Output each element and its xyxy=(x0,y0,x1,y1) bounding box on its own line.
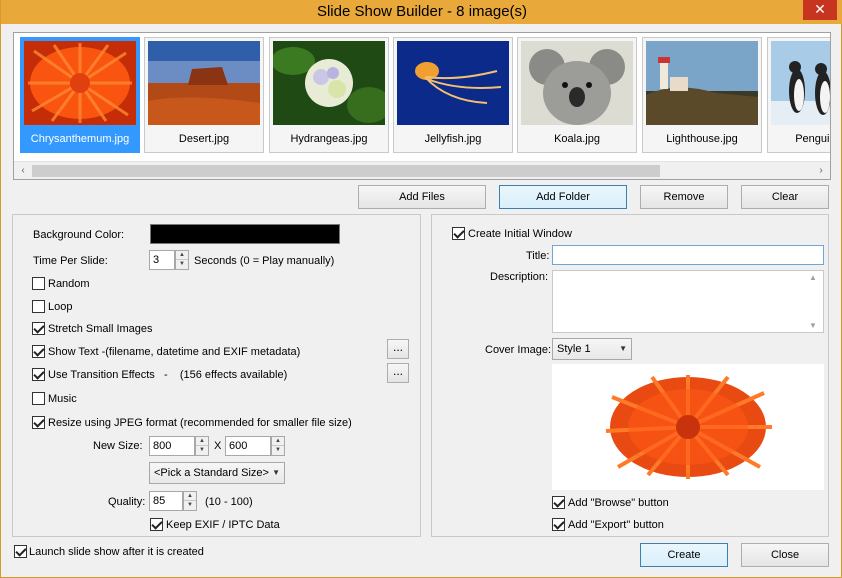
description-scrollbar[interactable]: ▲ ▼ xyxy=(807,271,823,332)
launch-after-create-label: Launch slide show after it is created xyxy=(29,546,204,558)
quality-spinner[interactable]: ▲ ▼ xyxy=(183,491,197,511)
cover-style-value: Style 1 xyxy=(557,343,591,355)
loop-checkbox[interactable] xyxy=(32,300,45,313)
time-per-slide-spinner[interactable]: ▲ ▼ xyxy=(175,250,189,270)
description-label: Description: xyxy=(490,271,549,283)
lighthouse-image xyxy=(646,41,758,125)
title-input[interactable] xyxy=(552,245,824,265)
chevron-down-icon: ▼ xyxy=(619,344,627,353)
time-per-slide-note: Seconds (0 = Play manually) xyxy=(194,255,335,267)
cover-flower-image xyxy=(605,375,772,479)
thumbnail-caption: Jellyfish.jpg xyxy=(424,133,482,145)
cover-image-label: Cover Image: xyxy=(485,344,552,356)
description-textarea[interactable]: ▲ ▼ xyxy=(552,270,824,333)
thumbnail-caption: Hydrangeas.jpg xyxy=(290,133,368,145)
scroll-right-icon[interactable]: › xyxy=(814,164,828,178)
random-label: Random xyxy=(48,278,90,290)
title-bar[interactable]: Slide Show Builder - 8 image(s) ✕ xyxy=(1,0,842,24)
thumbnail-lighthouse[interactable]: Lighthouse.jpg xyxy=(642,37,762,153)
quality-label: Quality: xyxy=(108,496,146,508)
show-text-label: Show Text -(filename, datetime and EXIF … xyxy=(48,346,301,358)
thumbnail-desert[interactable]: Desert.jpg xyxy=(144,37,264,153)
remove-button[interactable]: Remove xyxy=(640,185,728,209)
transition-options-button[interactable]: ... xyxy=(387,363,409,383)
create-initial-window-checkbox[interactable] xyxy=(452,227,465,240)
thumbnail-jellyfish[interactable]: Jellyfish.jpg xyxy=(393,37,513,153)
thumbnail-caption: Penguins.jpg xyxy=(795,133,830,145)
thumbnail-chrysanthemum[interactable]: Chrysanthemum.jpg xyxy=(20,37,140,153)
height-input[interactable]: 600 xyxy=(225,436,271,456)
scroll-up-icon[interactable]: ▲ xyxy=(809,273,817,282)
chevron-down-icon: ▼ xyxy=(272,468,280,477)
scroll-left-icon[interactable]: ‹ xyxy=(16,164,30,178)
desert-image xyxy=(148,41,260,125)
create-initial-window-label: Create Initial Window xyxy=(468,228,572,240)
transition-effects-label: Use Transition Effects - (156 effects av… xyxy=(48,369,288,381)
height-spinner[interactable]: ▲ ▼ xyxy=(271,436,285,456)
slideshow-options-group: Background Color: Time Per Slide: 3 ▲ ▼ S… xyxy=(12,214,421,537)
background-color-label: Background Color: xyxy=(33,229,125,241)
keep-exif-label: Keep EXIF / IPTC Data xyxy=(166,519,280,531)
hydrangeas-image xyxy=(273,41,385,125)
quality-range-label: (10 - 100) xyxy=(205,496,253,508)
stretch-small-images-checkbox[interactable] xyxy=(32,322,45,335)
add-folder-button[interactable]: Add Folder xyxy=(499,185,627,209)
thumbnail-caption: Lighthouse.jpg xyxy=(666,133,738,145)
thumbnail-caption: Koala.jpg xyxy=(554,133,600,145)
background-color-swatch[interactable] xyxy=(150,224,340,244)
thumbnail-penguins[interactable]: Penguins.jpg xyxy=(767,37,830,153)
add-browse-button-checkbox[interactable] xyxy=(552,496,565,509)
launch-after-create-checkbox[interactable] xyxy=(14,545,27,558)
close-window-button[interactable]: ✕ xyxy=(803,0,837,20)
random-checkbox[interactable] xyxy=(32,277,45,290)
clear-button[interactable]: Clear xyxy=(741,185,829,209)
add-files-button[interactable]: Add Files xyxy=(358,185,486,209)
slide-show-builder-window: Slide Show Builder - 8 image(s) ✕ Chrysa… xyxy=(0,0,842,578)
stretch-small-images-label: Stretch Small Images xyxy=(48,323,153,335)
new-size-label: New Size: xyxy=(93,440,143,452)
quality-input[interactable]: 85 xyxy=(149,491,183,511)
music-label: Music xyxy=(48,393,77,405)
client-area: Chrysanthemum.jpg Desert.jpg Hydrangeas.… xyxy=(9,24,835,570)
thumbnail-caption: Desert.jpg xyxy=(178,133,230,145)
resize-jpeg-checkbox[interactable] xyxy=(32,416,45,429)
close-button[interactable]: Close xyxy=(741,543,829,567)
add-export-button-label: Add "Export" button xyxy=(568,519,664,531)
loop-label: Loop xyxy=(48,301,73,313)
width-input[interactable]: 800 xyxy=(149,436,195,456)
cover-image-preview xyxy=(552,364,824,490)
title-label: Title: xyxy=(526,250,550,262)
image-gallery[interactable]: Chrysanthemum.jpg Desert.jpg Hydrangeas.… xyxy=(13,32,831,180)
create-button[interactable]: Create xyxy=(640,543,728,567)
thumbnail-caption: Chrysanthemum.jpg xyxy=(30,133,130,145)
time-per-slide-label: Time Per Slide: xyxy=(33,255,108,267)
initial-window-group: Create Initial Window Title: Description… xyxy=(431,214,829,537)
scrollbar-thumb[interactable] xyxy=(32,165,660,177)
show-text-checkbox[interactable] xyxy=(32,345,45,358)
jellyfish-image xyxy=(397,41,509,125)
window-title: Slide Show Builder - 8 image(s) xyxy=(316,3,528,20)
show-text-options-button[interactable]: ... xyxy=(387,339,409,359)
time-per-slide-input[interactable]: 3 xyxy=(149,250,175,270)
add-export-button-checkbox[interactable] xyxy=(552,518,565,531)
thumbnail-hydrangeas[interactable]: Hydrangeas.jpg xyxy=(269,37,389,153)
music-checkbox[interactable] xyxy=(32,392,45,405)
cover-style-dropdown[interactable]: Style 1 ▼ xyxy=(552,338,632,360)
koala-image xyxy=(521,41,633,125)
chrysanthemum-image xyxy=(24,41,136,125)
keep-exif-checkbox[interactable] xyxy=(150,518,163,531)
resize-jpeg-label: Resize using JPEG format (recommended fo… xyxy=(48,417,352,429)
gallery-horizontal-scrollbar[interactable]: ‹ › xyxy=(14,161,830,179)
thumbnail-koala[interactable]: Koala.jpg xyxy=(517,37,637,153)
penguins-image xyxy=(771,41,830,125)
size-x-label: X xyxy=(214,440,222,452)
width-spinner[interactable]: ▲ ▼ xyxy=(195,436,209,456)
standard-size-value: <Pick a Standard Size> xyxy=(154,467,269,479)
standard-size-dropdown[interactable]: <Pick a Standard Size> ▼ xyxy=(149,462,285,484)
add-browse-button-label: Add "Browse" button xyxy=(568,497,669,509)
transition-effects-checkbox[interactable] xyxy=(32,368,45,381)
scroll-down-icon[interactable]: ▼ xyxy=(809,321,817,330)
